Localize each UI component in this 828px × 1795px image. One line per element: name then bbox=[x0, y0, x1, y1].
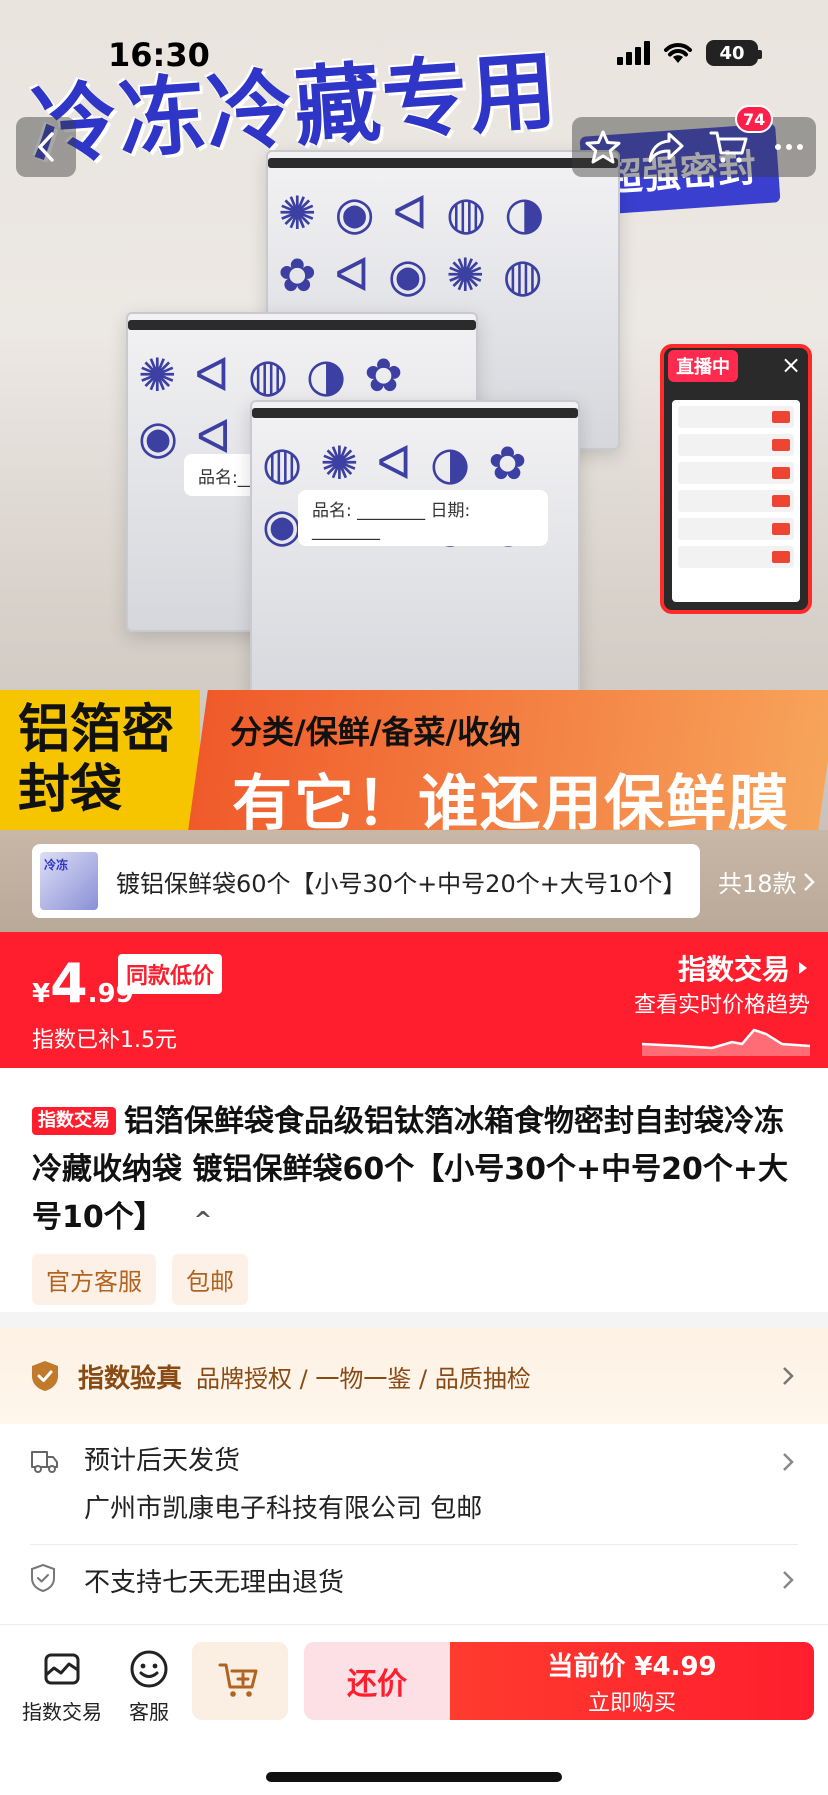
bag-small: ◍✺ᐊ◑✿◉✺ᐊ◍◑ 品名: ________ 日期: ________ bbox=[250, 400, 580, 710]
buy-price-label: 当前价 ¥4.99 bbox=[547, 1651, 717, 1682]
variant-thumbnail bbox=[40, 852, 98, 910]
status-icons: 40 bbox=[617, 40, 762, 66]
live-screen-row bbox=[678, 518, 794, 540]
low-price-badge: 同款低价 bbox=[118, 954, 223, 994]
verification-items: 品牌授权 / 一物一鉴 / 品质抽检 bbox=[196, 1364, 531, 1393]
price-currency: ¥ bbox=[32, 979, 51, 1009]
bargain-button[interactable]: 还价 bbox=[304, 1642, 450, 1720]
index-trade-subtitle[interactable]: 查看实时价格趋势 bbox=[634, 987, 810, 1019]
divider bbox=[30, 1544, 798, 1545]
chevron-right-icon bbox=[783, 1571, 794, 1589]
wifi-icon bbox=[664, 43, 692, 63]
shipping-eta: 预计后天发货 bbox=[84, 1446, 241, 1476]
product-title-block: 指数交易 铝箔保鲜袋食品级铝钛箔冰箱食物密封自封袋冷冻冷藏收纳袋 镀铝保鲜袋60个… bbox=[32, 1098, 802, 1245]
chevron-right-icon bbox=[783, 1367, 794, 1385]
chevron-right-icon bbox=[803, 872, 815, 891]
product-title: 铝箔保鲜袋食品级铝钛箔冰箱食物密封自封袋冷冻冷藏收纳袋 镀铝保鲜袋60个【小号3… bbox=[32, 1104, 788, 1235]
cart-count-badge: 74 bbox=[735, 105, 774, 133]
cart-icon[interactable] bbox=[709, 129, 749, 165]
variant-total-label: 共18款 bbox=[718, 870, 797, 898]
nav-action-group bbox=[572, 117, 816, 177]
live-badge: 直播中 bbox=[668, 350, 738, 382]
price-integer: 4 bbox=[50, 952, 88, 1015]
battery-icon: 40 bbox=[706, 40, 762, 66]
live-screen-row bbox=[678, 434, 794, 456]
index-trade-icon bbox=[44, 1653, 80, 1685]
service-tab-label: 客服 bbox=[129, 1700, 169, 1724]
subsidy-text: 指数已补1.5元 bbox=[32, 1028, 177, 1053]
more-icon[interactable] bbox=[774, 143, 804, 151]
signal-icon bbox=[617, 41, 650, 65]
customer-service-tab[interactable]: 客服 bbox=[128, 1648, 170, 1725]
live-screen-row bbox=[678, 406, 794, 428]
index-trade-tag: 指数交易 bbox=[32, 1107, 116, 1135]
variant-selector[interactable]: 镀铝保鲜袋60个【小号30个+中号20个+大号10个】 bbox=[32, 844, 700, 918]
buy-now-label: 立即购买 bbox=[587, 1690, 676, 1716]
service-chips: 官方客服 包邮 bbox=[32, 1254, 248, 1305]
home-indicator bbox=[266, 1772, 562, 1782]
chevron-right-icon bbox=[783, 1453, 794, 1471]
cart-add-icon bbox=[218, 1663, 258, 1697]
variant-total-link[interactable]: 共18款 bbox=[718, 864, 815, 899]
service-icon bbox=[130, 1650, 168, 1688]
bag-pattern: ◍✺ᐊ◑✿◉✺ᐊ◍◑ bbox=[262, 436, 545, 552]
status-time: 16:30 bbox=[108, 36, 210, 74]
collapse-title-button[interactable]: ^ bbox=[194, 1197, 212, 1245]
live-close-button[interactable]: × bbox=[778, 352, 804, 378]
star-icon[interactable] bbox=[584, 129, 622, 165]
return-policy-text: 不支持七天无理由退货 bbox=[84, 1568, 345, 1598]
triangle-right-icon bbox=[799, 962, 807, 974]
live-screen-row bbox=[678, 546, 794, 568]
shield-check-icon bbox=[32, 1361, 58, 1391]
buy-now-button[interactable]: 当前价 ¥4.99 立即购买 bbox=[450, 1642, 814, 1720]
shipping-row[interactable]: 预计后天发货 广州市凯康电子科技有限公司 包邮 bbox=[30, 1440, 800, 1530]
promo-subtitle: 分类/保鲜/备菜/收纳 bbox=[230, 713, 522, 751]
index-trade-link[interactable]: 指数交易 bbox=[678, 948, 808, 988]
promo-main: 有它！谁还用保鲜膜 bbox=[232, 769, 790, 830]
live-screen-row bbox=[678, 490, 794, 512]
return-policy-row[interactable]: 不支持七天无理由退货 bbox=[30, 1560, 800, 1600]
bag-label-large: 品名: ________ 日期: ________ bbox=[298, 490, 548, 546]
chevron-left-icon bbox=[38, 132, 54, 162]
price-trend-sparkline bbox=[642, 1028, 810, 1056]
index-trade-tab-label: 指数交易 bbox=[22, 1700, 102, 1724]
chip-free-shipping[interactable]: 包邮 bbox=[172, 1254, 248, 1305]
verification-title: 指数验真 bbox=[78, 1363, 183, 1394]
index-trade-tab[interactable]: 指数交易 bbox=[22, 1648, 102, 1725]
share-icon[interactable] bbox=[647, 130, 685, 164]
back-button[interactable] bbox=[16, 117, 76, 177]
shield-outline-icon bbox=[31, 1564, 55, 1592]
verification-row[interactable]: 指数验真 品牌授权 / 一物一鉴 / 品质抽检 bbox=[0, 1328, 828, 1424]
index-trade-label: 指数交易 bbox=[677, 953, 790, 986]
promo-left-text: 铝箔密封袋 bbox=[18, 700, 175, 820]
live-screen bbox=[672, 400, 800, 602]
live-screen-row bbox=[678, 462, 794, 484]
variant-name: 镀铝保鲜袋60个【小号30个+中号20个+大号10个】 bbox=[116, 869, 687, 898]
truck-icon bbox=[31, 1451, 58, 1473]
shipping-origin: 广州市凯康电子科技有限公司 包邮 bbox=[84, 1494, 483, 1524]
add-to-cart-button[interactable] bbox=[192, 1642, 288, 1720]
chip-official-service[interactable]: 官方客服 bbox=[32, 1254, 156, 1305]
